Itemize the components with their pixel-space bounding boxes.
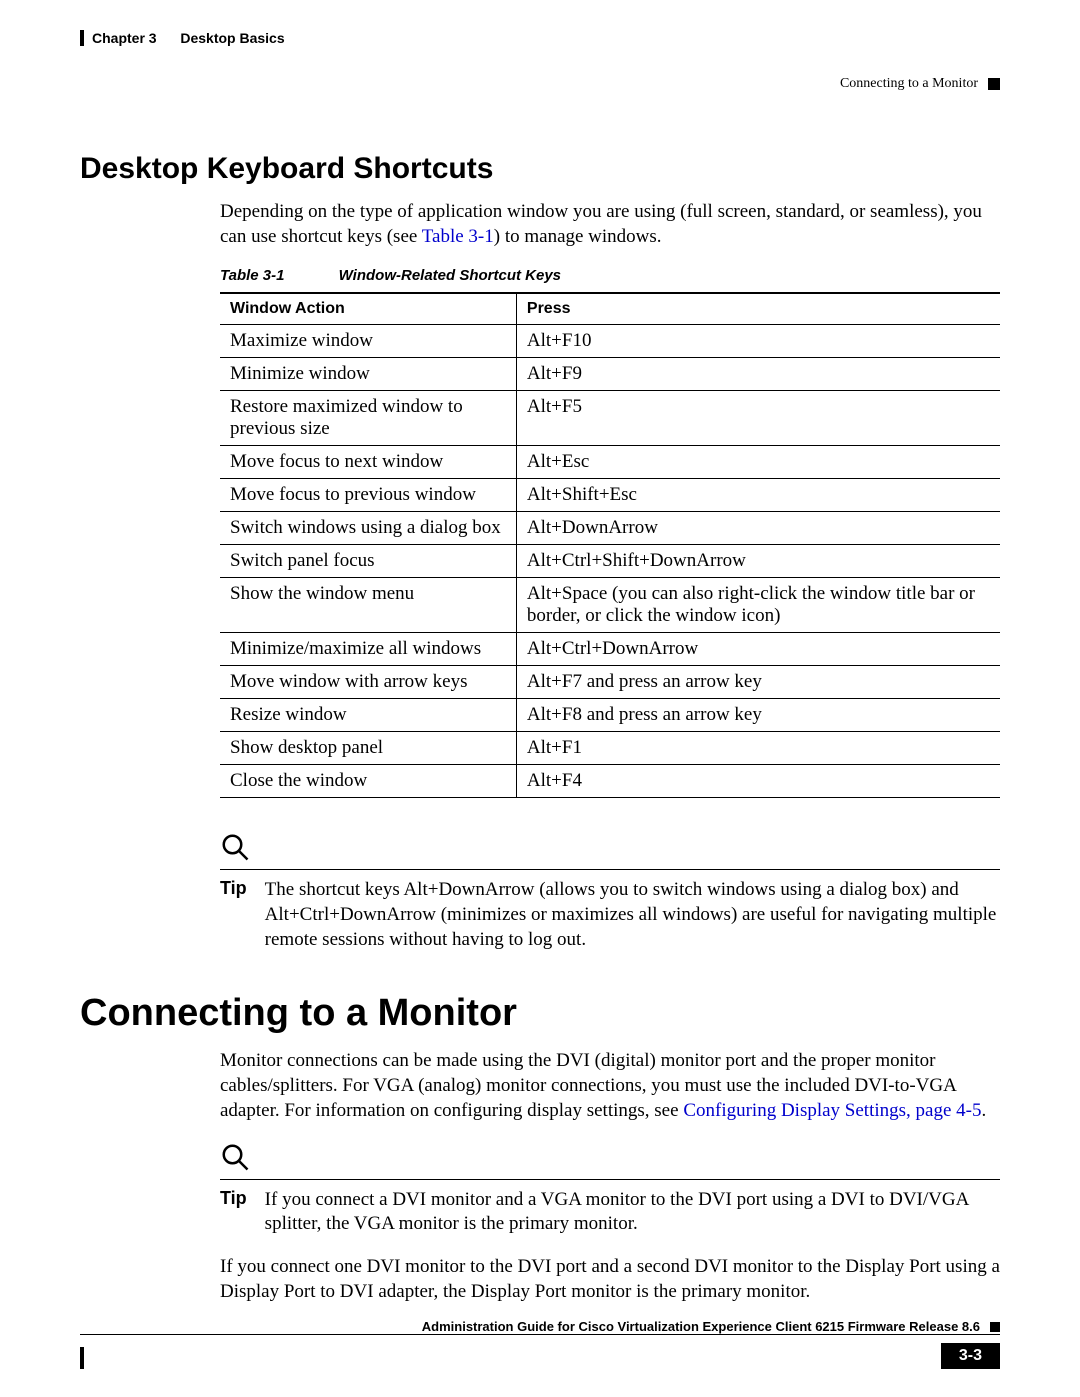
table-row: Move window with arrow keysAlt+F7 and pr… (220, 666, 1000, 699)
page-header: Chapter 3 Desktop Basics (80, 30, 1000, 46)
tip-rule (220, 869, 1000, 870)
magnifier-icon (220, 832, 250, 862)
s2-intro-b: . (981, 1100, 986, 1121)
tip1-block: Tip The shortcut keys Alt+DownArrow (all… (220, 832, 1000, 952)
footer-doc-title: Administration Guide for Cisco Virtualiz… (422, 1319, 980, 1334)
window-action-cell: Show desktop panel (220, 732, 516, 765)
header-square-icon (988, 78, 1000, 90)
window-action-cell: Minimize window (220, 358, 516, 391)
press-cell: Alt+Esc (516, 446, 1000, 479)
window-action-cell: Restore maximized window to previous siz… (220, 391, 516, 446)
press-cell: Alt+Ctrl+Shift+DownArrow (516, 545, 1000, 578)
section1-intro: Depending on the type of application win… (220, 200, 1000, 249)
table-row: Close the windowAlt+F4 (220, 765, 1000, 798)
press-cell: Alt+Shift+Esc (516, 479, 1000, 512)
tip-rule (220, 1179, 1000, 1180)
press-cell: Alt+DownArrow (516, 512, 1000, 545)
section2-heading: Connecting to a Monitor (80, 992, 1000, 1035)
intro-text-b: ) to manage windows. (494, 226, 662, 247)
tip1-text: The shortcut keys Alt+DownArrow (allows … (265, 878, 1000, 952)
header-right: Connecting to a Monitor (840, 76, 1000, 92)
window-action-cell: Close the window (220, 765, 516, 798)
window-action-cell: Move window with arrow keys (220, 666, 516, 699)
table-row: Maximize windowAlt+F10 (220, 325, 1000, 358)
table-row: Switch windows using a dialog boxAlt+Dow… (220, 512, 1000, 545)
tip2-row: Tip If you connect a DVI monitor and a V… (220, 1188, 1000, 1237)
window-action-cell: Move focus to previous window (220, 479, 516, 512)
document-page: Chapter 3 Desktop Basics Connecting to a… (0, 0, 1080, 1397)
table-row: Minimize/maximize all windowsAlt+Ctrl+Do… (220, 633, 1000, 666)
shortcut-table: Window Action Press Maximize windowAlt+F… (220, 292, 1000, 798)
tip1-row: Tip The shortcut keys Alt+DownArrow (all… (220, 878, 1000, 952)
page-footer: Administration Guide for Cisco Virtualiz… (80, 1319, 1000, 1369)
window-action-cell: Show the window menu (220, 578, 516, 633)
press-cell: Alt+F9 (516, 358, 1000, 391)
footer-title-row: Administration Guide for Cisco Virtualiz… (80, 1319, 1000, 1334)
footer-square-icon (990, 1322, 1000, 1332)
table-cross-reference-link[interactable]: Table 3-1 (422, 226, 494, 247)
press-cell: Alt+Space (you can also right-click the … (516, 578, 1000, 633)
press-cell: Alt+F8 and press an arrow key (516, 699, 1000, 732)
table-row: Show desktop panelAlt+F1 (220, 732, 1000, 765)
press-cell: Alt+Ctrl+DownArrow (516, 633, 1000, 666)
tip2-text: If you connect a DVI monitor and a VGA m… (265, 1188, 1000, 1237)
table-row: Restore maximized window to previous siz… (220, 391, 1000, 446)
header-rule-icon (80, 30, 84, 46)
press-cell: Alt+F1 (516, 732, 1000, 765)
chapter-title: Desktop Basics (180, 30, 284, 46)
table-row: Show the window menuAlt+Space (you can a… (220, 578, 1000, 633)
tip2-block: Tip If you connect a DVI monitor and a V… (220, 1142, 1000, 1237)
press-cell: Alt+F10 (516, 325, 1000, 358)
press-cell: Alt+F5 (516, 391, 1000, 446)
window-action-cell: Move focus to next window (220, 446, 516, 479)
section2-intro: Monitor connections can be made using th… (220, 1049, 1000, 1123)
display-settings-link[interactable]: Configuring Display Settings, page 4-5 (683, 1100, 981, 1121)
footer-rule (80, 1334, 1000, 1335)
table-row: Move focus to previous windowAlt+Shift+E… (220, 479, 1000, 512)
table-col2-header: Press (516, 293, 1000, 325)
window-action-cell: Switch windows using a dialog box (220, 512, 516, 545)
table-caption: Table 3-1 Window-Related Shortcut Keys (220, 267, 1000, 284)
window-action-cell: Minimize/maximize all windows (220, 633, 516, 666)
window-action-cell: Resize window (220, 699, 516, 732)
table-row: Move focus to next windowAlt+Esc (220, 446, 1000, 479)
table-title: Window-Related Shortcut Keys (339, 267, 561, 284)
window-action-cell: Switch panel focus (220, 545, 516, 578)
table-block: Table 3-1 Window-Related Shortcut Keys W… (220, 267, 1000, 798)
tip-label: Tip (220, 1188, 247, 1209)
table-row: Resize windowAlt+F8 and press an arrow k… (220, 699, 1000, 732)
section1-heading: Desktop Keyboard Shortcuts (80, 152, 1000, 186)
window-action-cell: Maximize window (220, 325, 516, 358)
tip-label: Tip (220, 878, 247, 899)
magnifier-icon (220, 1142, 250, 1172)
after-tip2-paragraph: If you connect one DVI monitor to the DV… (220, 1255, 1000, 1304)
section-reference: Connecting to a Monitor (840, 76, 978, 92)
press-cell: Alt+F4 (516, 765, 1000, 798)
table-row: Minimize windowAlt+F9 (220, 358, 1000, 391)
header-left: Chapter 3 Desktop Basics (80, 30, 285, 46)
table-number: Table 3-1 (220, 267, 284, 284)
table-col1-header: Window Action (220, 293, 516, 325)
table-row: Switch panel focusAlt+Ctrl+Shift+DownArr… (220, 545, 1000, 578)
footer-left-bar-icon (80, 1347, 84, 1369)
chapter-number: Chapter 3 (92, 30, 157, 46)
page-content: Desktop Keyboard Shortcuts Depending on … (80, 152, 1000, 1304)
table-header-row: Window Action Press (220, 293, 1000, 325)
page-number: 3-3 (941, 1343, 1000, 1369)
press-cell: Alt+F7 and press an arrow key (516, 666, 1000, 699)
